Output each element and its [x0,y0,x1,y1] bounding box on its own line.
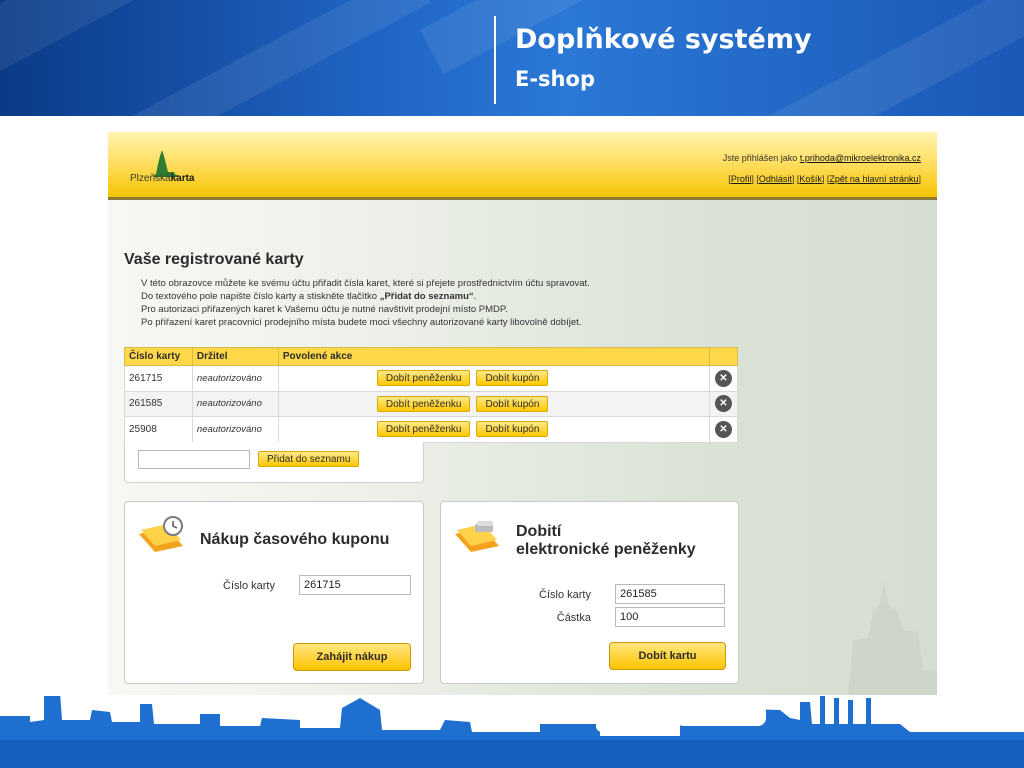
city-skyline-decoration [0,696,1024,768]
amount-label: Částka [556,612,591,624]
table-row: 261715 neautorizováno Dobít peněženku Dob… [124,365,739,392]
remove-card-icon[interactable]: ✕ [714,369,732,387]
topup-card-button[interactable]: Dobít kartu [609,642,726,670]
login-info: Jste přihlášen jako t.prihoda@mikroelekt… [722,153,921,163]
back-home-link[interactable]: Zpět na hlavní stránku [829,174,918,184]
remove-card-icon[interactable]: ✕ [714,395,732,413]
amount-input[interactable] [615,607,725,627]
intro-text: V této obrazovce můžete ke svému účtu př… [141,278,590,328]
wallet-card-icon [455,521,499,552]
slide-subtitle: E-shop [515,67,595,91]
coupon-card-label: Číslo karty [223,580,275,592]
topup-wallet-button[interactable]: Dobít peněženku [376,370,471,387]
logout-link[interactable]: Odhlásit [759,174,792,184]
cart-link[interactable]: Košík [799,174,822,184]
col-holder: Držitel [191,347,279,366]
card-number: 261715 [124,365,193,392]
user-email-link[interactable]: t.prihoda@mikroelektronika.cz [800,153,921,163]
logo-text: Plzeňskákarta [130,173,195,184]
add-card-input[interactable] [138,450,250,469]
footer-skyline [0,696,1024,768]
coupon-card-input[interactable] [299,575,411,595]
card-holder: neautorizováno [191,365,279,392]
topup-wallet-button[interactable]: Dobít peněženku [376,395,471,412]
wallet-title: Dobití elektronické peněženky [516,523,696,558]
remove-card-icon[interactable]: ✕ [714,420,732,438]
card-holder: neautorizováno [191,416,279,443]
col-actions: Povolené akce [277,347,710,366]
topup-coupon-button[interactable]: Dobít kupón [476,421,549,438]
wallet-topup-panel: Dobití elektronické peněženky Číslo kart… [440,501,739,684]
cards-table: Číslo karty Držitel Povolené akce 261715… [124,347,739,443]
card-number: 25908 [124,416,193,443]
user-links: [Profil] [Odhlásit] [Košík] [Zpět na hla… [728,174,921,184]
add-card-panel: Přidat do seznamu [124,442,424,483]
start-purchase-button[interactable]: Zahájit nákup [293,643,411,671]
add-to-list-button[interactable]: Přidat do seznamu [258,451,360,467]
slide-header: Doplňkové systémy E-shop [0,0,1024,116]
topup-coupon-button[interactable]: Dobít kupón [476,395,549,412]
topup-wallet-button[interactable]: Dobít peněženku [376,421,471,438]
slide-title: Doplňkové systémy [515,24,812,55]
table-row: 261585 neautorizováno Dobít peněženku Dob… [124,390,739,417]
col-card-number: Číslo karty [124,347,193,366]
profile-link[interactable]: Profil [731,174,752,184]
site-header: Plzeňskákarta Jste přihlášen jako t.prih… [108,132,937,200]
wallet-card-input[interactable] [615,584,725,604]
coupon-title: Nákup časového kuponu [200,531,390,548]
topup-coupon-button[interactable]: Dobít kupón [476,370,549,387]
card-number: 261585 [124,390,193,417]
coupon-clock-icon [139,516,183,552]
header-separator [494,16,496,104]
wallet-card-label: Číslo karty [539,589,591,601]
card-holder: neautorizováno [191,390,279,417]
eshop-screenshot: Plzeňskákarta Jste přihlášen jako t.prih… [108,132,937,695]
page-heading: Vaše registrované karty [124,251,304,268]
coupon-purchase-panel: Nákup časového kuponu Číslo karty Zaháji… [124,501,424,684]
table-row: 25908 neautorizováno Dobít peněženku Dobí… [124,416,739,443]
